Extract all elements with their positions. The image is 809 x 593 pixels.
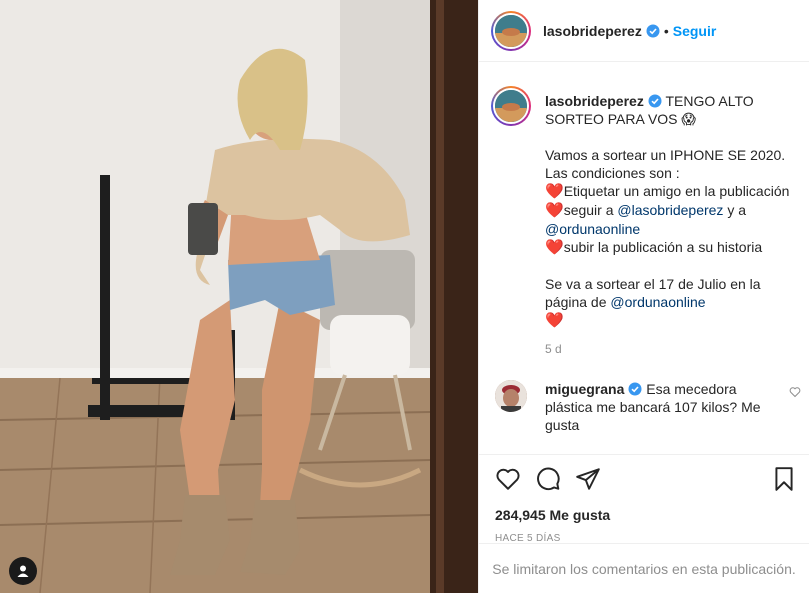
like-heart-icon[interactable] <box>495 466 521 492</box>
mention-link[interactable]: @ordunaonline <box>610 294 705 310</box>
heart-emoji: ❤️ <box>545 239 564 256</box>
comment-item: miguegrana Esa mecedora plástica me banc… <box>479 358 809 434</box>
tagged-users-button[interactable] <box>9 557 37 585</box>
commenter-avatar[interactable] <box>495 380 527 412</box>
likes-count[interactable]: 284,945 Me gusta <box>495 507 797 523</box>
caption-line: Vamos a sortear un IPHONE SE 2020. <box>545 147 786 163</box>
comment-icon[interactable] <box>535 466 561 492</box>
separator-dot: • <box>663 22 669 39</box>
follow-button[interactable]: Seguir <box>673 23 717 39</box>
verified-badge-icon <box>646 24 660 37</box>
post-header: lasobrideperez • Seguir <box>479 0 809 62</box>
avatar-image <box>495 90 527 122</box>
post-details-panel: lasobrideperez • Seguir lasobrideperez T… <box>478 0 809 593</box>
comments-limited-notice: Se limitaron los comentarios en esta pub… <box>479 543 809 593</box>
comments-area[interactable]: lasobrideperez TENGO ALTO SORTEO PARA VO… <box>479 62 809 454</box>
commenter-username[interactable]: miguegrana <box>545 381 624 397</box>
caption-line: Las condiciones son : <box>545 165 680 181</box>
caption: lasobrideperez TENGO ALTO SORTEO PARA VO… <box>479 62 809 358</box>
caption-line: página de <box>545 294 607 310</box>
condition-2-mid: y a <box>727 202 747 218</box>
verified-badge-icon <box>648 94 662 108</box>
author-username[interactable]: lasobrideperez <box>543 23 642 39</box>
caption-text: lasobrideperez TENGO ALTO SORTEO PARA VO… <box>545 86 797 358</box>
action-icons <box>495 465 797 493</box>
post-actions: 284,945 Me gusta HACE 5 DÍAS <box>479 454 809 544</box>
verified-badge-icon <box>628 382 642 396</box>
comment-body: miguegrana Esa mecedora plástica me banc… <box>545 380 775 434</box>
caption-username[interactable]: lasobrideperez <box>545 93 644 109</box>
share-icon[interactable] <box>575 466 601 492</box>
author-avatar[interactable] <box>491 10 531 51</box>
comment-like-icon[interactable] <box>789 386 801 398</box>
mention-link[interactable]: @lasobrideperez <box>617 202 723 218</box>
avatar-image <box>495 380 527 412</box>
post-photo[interactable] <box>0 0 478 593</box>
bookmark-icon[interactable] <box>771 466 797 492</box>
caption-author-avatar[interactable] <box>491 86 531 126</box>
condition-3: subir la publicación a su historia <box>563 239 763 255</box>
heart-emoji: ❤️ <box>545 202 564 219</box>
avatar-image <box>495 14 527 47</box>
mirror-selfie-image <box>0 0 478 593</box>
condition-2-prefix: seguir a <box>563 202 614 218</box>
condition-1: Etiquetar un amigo en la publicación <box>563 183 790 199</box>
heart-emoji: ❤️ <box>545 312 564 329</box>
person-icon <box>17 565 29 577</box>
caption-line: Se va a sortear el 17 de Julio en la <box>545 276 761 292</box>
mention-link[interactable]: @ordunaonline <box>545 221 640 237</box>
heart-emoji: ❤️ <box>545 183 564 200</box>
caption-timestamp[interactable]: 5 d <box>545 340 797 358</box>
scream-emoji: 😱 <box>681 111 697 127</box>
